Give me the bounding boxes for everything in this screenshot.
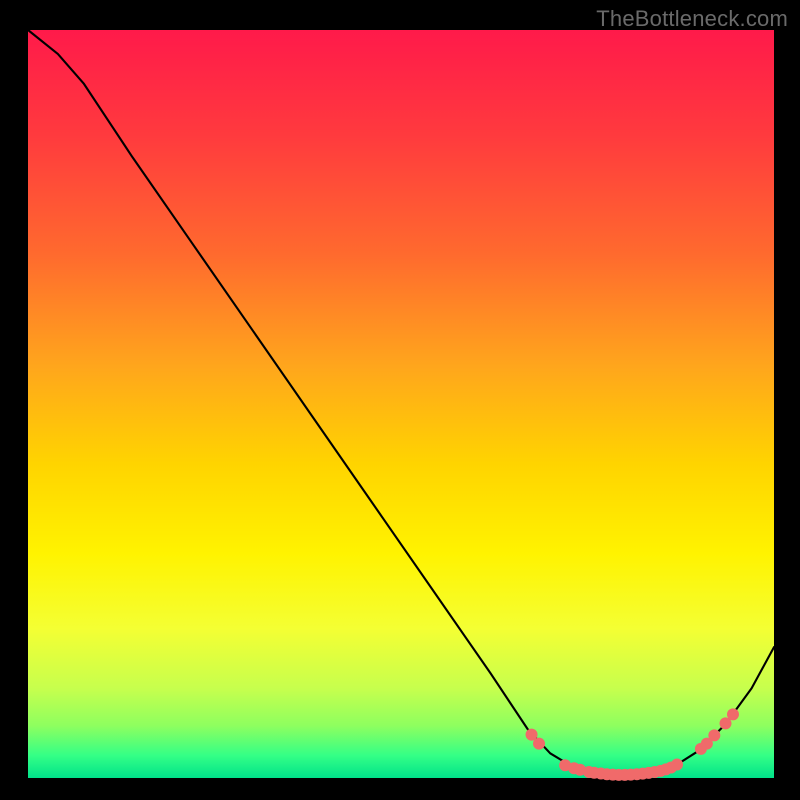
data-marker [708, 729, 720, 741]
data-marker [533, 738, 545, 750]
chart-container: TheBottleneck.com [0, 0, 800, 800]
watermark-label: TheBottleneck.com [596, 6, 788, 32]
data-marker [671, 759, 683, 771]
bottleneck-chart [0, 0, 800, 800]
chart-plot-area [28, 30, 774, 778]
data-marker [727, 708, 739, 720]
